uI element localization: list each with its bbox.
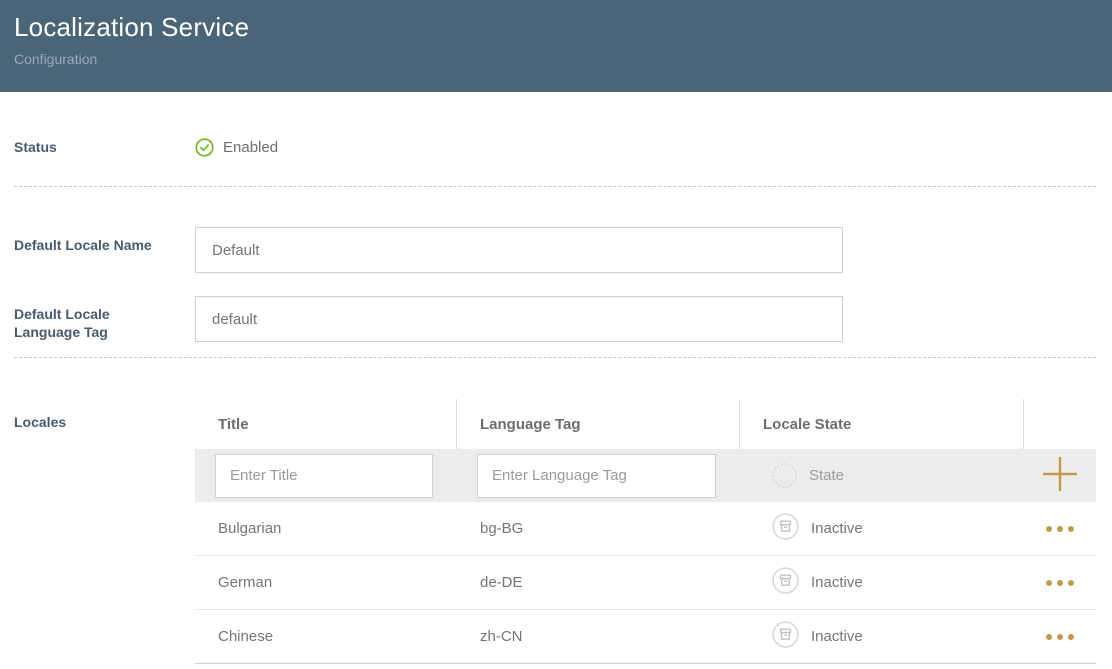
default-locale-language-tag-input[interactable] bbox=[195, 296, 843, 342]
locale-state-text: Inactive bbox=[811, 520, 863, 537]
default-locale-language-tag-row: Default Locale Language Tag bbox=[14, 296, 1096, 342]
locales-label: Locales bbox=[14, 399, 195, 664]
configuration-content: Status Enabled Default Locale Name Defa bbox=[0, 133, 1112, 664]
column-header-title: Title bbox=[195, 399, 457, 449]
locales-table-header: Title Language Tag Locale State bbox=[195, 399, 1096, 449]
page-header: Localization Service Configuration bbox=[0, 0, 1112, 92]
status-value: Enabled bbox=[195, 138, 1096, 157]
locale-state-toggle[interactable]: Inactive bbox=[772, 621, 863, 652]
column-header-language-tag: Language Tag bbox=[457, 399, 740, 449]
archive-circle-icon bbox=[772, 513, 799, 544]
locale-state-toggle[interactable]: Inactive bbox=[772, 513, 863, 544]
status-row: Status Enabled bbox=[14, 133, 1096, 161]
locale-language-tag: bg-BG bbox=[457, 520, 740, 537]
locale-title: German bbox=[195, 574, 457, 591]
archive-circle-icon bbox=[772, 621, 799, 652]
default-locale-name-label: Default Locale Name bbox=[14, 227, 195, 273]
locale-state-toggle[interactable]: Inactive bbox=[772, 567, 863, 598]
new-locale-title-input[interactable] bbox=[215, 454, 433, 498]
archive-circle-icon bbox=[772, 567, 799, 598]
ellipsis-icon bbox=[1046, 580, 1052, 586]
add-locale-row: State bbox=[195, 449, 1096, 502]
ellipsis-icon bbox=[1046, 634, 1052, 640]
plus-icon bbox=[1041, 455, 1079, 496]
page-title: Localization Service bbox=[14, 11, 1096, 43]
row-actions-menu-button[interactable] bbox=[1040, 574, 1080, 592]
locale-state-text: Inactive bbox=[811, 628, 863, 645]
locale-language-tag: de-DE bbox=[457, 574, 740, 591]
locale-row-german: German de-DE bbox=[195, 556, 1096, 610]
row-actions-menu-button[interactable] bbox=[1040, 628, 1080, 646]
add-locale-button[interactable] bbox=[1038, 454, 1082, 498]
section-divider bbox=[14, 357, 1096, 358]
default-locale-name-input[interactable] bbox=[195, 227, 843, 273]
locale-state-text: Inactive bbox=[811, 574, 863, 591]
status-text: Enabled bbox=[223, 139, 278, 156]
page-subtitle: Configuration bbox=[14, 51, 1096, 67]
check-circle-icon bbox=[195, 138, 214, 157]
ellipsis-icon bbox=[1046, 526, 1052, 532]
locale-row-chinese: Chinese zh-CN bbox=[195, 610, 1096, 664]
default-locale-name-row: Default Locale Name bbox=[14, 227, 1096, 273]
new-locale-state-label: State bbox=[809, 467, 844, 484]
locales-table: Title Language Tag Locale State bbox=[195, 399, 1096, 664]
locale-title: Chinese bbox=[195, 628, 457, 645]
column-header-actions bbox=[1024, 399, 1096, 449]
dashed-circle-icon[interactable] bbox=[772, 463, 797, 488]
localization-service-page: Localization Service Configuration Statu… bbox=[0, 0, 1112, 669]
column-header-locale-state: Locale State bbox=[740, 399, 1024, 449]
locale-title: Bulgarian bbox=[195, 520, 457, 537]
locale-language-tag: zh-CN bbox=[457, 628, 740, 645]
new-locale-language-tag-input[interactable] bbox=[477, 454, 716, 498]
default-locale-language-tag-label: Default Locale Language Tag bbox=[14, 296, 195, 342]
section-divider bbox=[14, 186, 1096, 187]
locale-row-bulgarian: Bulgarian bg-BG bbox=[195, 502, 1096, 556]
row-actions-menu-button[interactable] bbox=[1040, 520, 1080, 538]
status-label: Status bbox=[14, 138, 195, 156]
locales-section: Locales Title Language Tag Locale State bbox=[14, 399, 1096, 664]
